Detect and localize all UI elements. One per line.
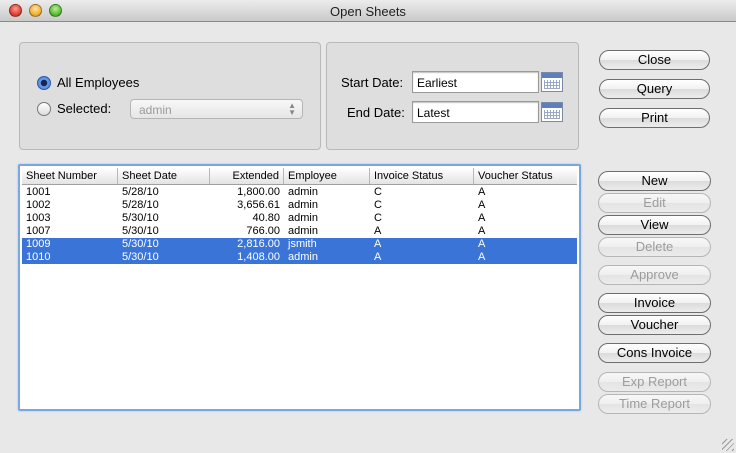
cell-sheet-number: 1001: [26, 186, 51, 198]
cell-invoice-status: C: [374, 186, 382, 198]
end-date-calendar-icon[interactable]: [541, 102, 563, 122]
cell-voucher-status: A: [478, 251, 486, 263]
cell-sheet-number: 1002: [26, 199, 51, 211]
print-button[interactable]: Print: [599, 108, 710, 128]
cell-voucher-status: A: [478, 186, 486, 198]
cell-sheet-date: 5/28/10: [122, 186, 159, 198]
column-header-voucher-status[interactable]: Voucher Status: [474, 168, 580, 184]
cell-invoice-status: A: [374, 238, 382, 250]
cell-extended: 766.00: [246, 225, 280, 237]
cell-sheet-number: 1009: [26, 238, 51, 250]
approve-button[interactable]: Approve: [598, 265, 711, 285]
cell-employee: jsmith: [288, 238, 317, 250]
cell-extended: 1,408.00: [237, 251, 280, 263]
cell-extended: 1,800.00: [237, 186, 280, 198]
table-row[interactable]: 1002 5/28/10 3,656.61 admin C A: [22, 199, 577, 212]
window-title: Open Sheets: [330, 4, 406, 19]
cell-employee: admin: [288, 251, 318, 263]
table-header: Sheet Number Sheet Date Extended Employe…: [22, 168, 577, 185]
cell-sheet-date: 5/28/10: [122, 199, 159, 211]
cell-invoice-status: C: [374, 212, 382, 224]
cell-employee: admin: [288, 186, 318, 198]
table-row[interactable]: 1001 5/28/10 1,800.00 admin C A: [22, 186, 577, 199]
employee-select[interactable]: admin ▲ ▼: [130, 99, 303, 119]
start-date-value: Earliest: [417, 76, 458, 90]
column-header-extended[interactable]: Extended: [210, 168, 284, 184]
new-button[interactable]: New: [598, 171, 711, 191]
cell-sheet-date: 5/30/10: [122, 225, 159, 237]
start-date-calendar-icon[interactable]: [541, 72, 563, 92]
resize-grip-icon[interactable]: [722, 439, 734, 451]
selected-label: Selected:: [57, 101, 112, 116]
cell-sheet-date: 5/30/10: [122, 212, 159, 224]
delete-button[interactable]: Delete: [598, 237, 711, 257]
cell-sheet-number: 1007: [26, 225, 51, 237]
all-employees-label: All Employees: [57, 75, 140, 90]
column-header-invoice-status[interactable]: Invoice Status: [370, 168, 474, 184]
cell-extended: 3,656.61: [237, 199, 280, 211]
time-report-button[interactable]: Time Report: [598, 394, 711, 414]
cell-voucher-status: A: [478, 212, 486, 224]
cell-sheet-date: 5/30/10: [122, 238, 159, 250]
select-arrows-icon: ▲ ▼: [288, 101, 296, 117]
exp-report-button[interactable]: Exp Report: [598, 372, 711, 392]
title-bar[interactable]: Open Sheets: [0, 0, 736, 22]
column-header-sheet-number[interactable]: Sheet Number: [22, 168, 118, 184]
start-date-field[interactable]: Earliest: [412, 71, 539, 93]
cell-employee: admin: [288, 199, 318, 211]
end-date-field[interactable]: Latest: [412, 101, 539, 123]
view-button[interactable]: View: [598, 215, 711, 235]
end-date-label: End Date:: [347, 105, 405, 120]
all-employees-radio[interactable]: [37, 76, 51, 90]
cell-extended: 2,816.00: [237, 238, 280, 250]
table-row[interactable]: 1007 5/30/10 766.00 admin A A: [22, 225, 577, 238]
cell-employee: admin: [288, 225, 318, 237]
cons-invoice-button[interactable]: Cons Invoice: [598, 343, 711, 363]
cell-sheet-number: 1010: [26, 251, 51, 263]
selected-employee-radio[interactable]: [37, 102, 51, 116]
sheets-table[interactable]: Sheet Number Sheet Date Extended Employe…: [18, 164, 581, 411]
cell-voucher-status: A: [478, 225, 486, 237]
query-button[interactable]: Query: [599, 79, 710, 99]
date-range-group: Start Date: Earliest End Date: Latest: [326, 42, 579, 150]
cell-invoice-status: C: [374, 199, 382, 211]
employee-select-value: admin: [139, 103, 172, 117]
invoice-button[interactable]: Invoice: [598, 293, 711, 313]
table-row-selected[interactable]: 1009 5/30/10 2,816.00 jsmith A A: [22, 238, 577, 251]
cell-extended: 40.80: [252, 212, 280, 224]
cell-invoice-status: A: [374, 251, 382, 263]
cell-employee: admin: [288, 212, 318, 224]
column-header-sheet-date[interactable]: Sheet Date: [118, 168, 210, 184]
cell-voucher-status: A: [478, 199, 486, 211]
table-row[interactable]: 1003 5/30/10 40.80 admin C A: [22, 212, 577, 225]
table-row-selected[interactable]: 1010 5/30/10 1,408.00 admin A A: [22, 251, 577, 264]
employee-filter-group: All Employees Selected: admin ▲ ▼: [19, 42, 321, 150]
close-button[interactable]: Close: [599, 50, 710, 70]
cell-voucher-status: A: [478, 238, 486, 250]
end-date-value: Latest: [417, 106, 450, 120]
open-sheets-window: Open Sheets All Employees Selected: admi…: [0, 0, 736, 453]
cell-sheet-date: 5/30/10: [122, 251, 159, 263]
voucher-button[interactable]: Voucher: [598, 315, 711, 335]
column-header-employee[interactable]: Employee: [284, 168, 370, 184]
start-date-label: Start Date:: [341, 75, 404, 90]
cell-invoice-status: A: [374, 225, 382, 237]
cell-sheet-number: 1003: [26, 212, 51, 224]
edit-button[interactable]: Edit: [598, 193, 711, 213]
